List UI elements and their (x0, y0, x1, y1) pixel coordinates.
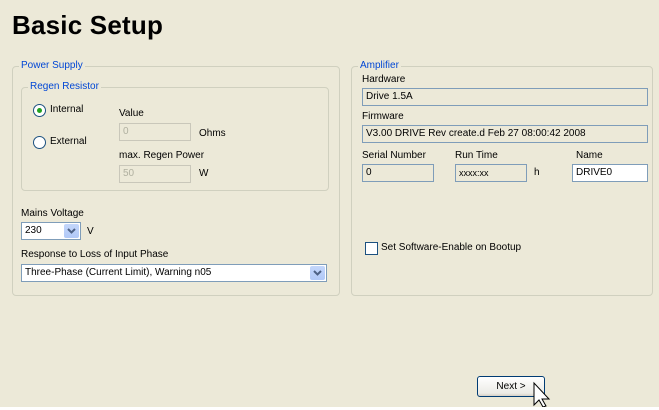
max-regen-power-label: max. Regen Power (119, 150, 205, 161)
hardware-label: Hardware (362, 74, 406, 85)
power-supply-group: Power Supply Regen Resistor Internal Ext… (12, 60, 340, 296)
loss-input-phase-label: Response to Loss of Input Phase (21, 249, 169, 260)
volt-unit: V (87, 226, 94, 237)
amplifier-legend: Amplifier (358, 60, 401, 72)
radio-external-label[interactable]: External (50, 136, 87, 147)
software-enable-label[interactable]: Set Software-Enable on Bootup (381, 242, 521, 253)
serial-number-label: Serial Number (362, 150, 426, 161)
firmware-field: V3.00 DRIVE Rev create.d Feb 27 08:00:42… (362, 125, 648, 143)
setup-panel: Basic Setup Power Supply Regen Resistor … (0, 0, 659, 410)
software-enable-checkbox[interactable] (365, 242, 378, 255)
radio-internal-label[interactable]: Internal (50, 104, 83, 115)
page-title: Basic Setup (12, 10, 164, 40)
loss-input-phase-select[interactable]: Three-Phase (Current Limit), Warning n05 (21, 264, 327, 282)
mains-voltage-value: 230 (25, 225, 42, 236)
name-input[interactable]: DRIVE0 (572, 164, 648, 182)
amplifier-group: Amplifier Hardware Drive 1.5A Firmware V… (351, 60, 653, 296)
run-time-label: Run Time (455, 150, 498, 161)
name-label: Name (576, 150, 603, 161)
watt-unit: W (199, 168, 209, 179)
radio-internal[interactable] (33, 104, 46, 117)
max-regen-power-input[interactable]: 50 (119, 165, 191, 183)
power-supply-legend: Power Supply (19, 60, 85, 72)
hours-unit: h (534, 167, 540, 178)
loss-input-phase-value: Three-Phase (Current Limit), Warning n05 (25, 267, 212, 278)
chevron-down-icon[interactable] (310, 266, 325, 280)
regen-resistor-group: Regen Resistor Internal External Value 0… (21, 81, 329, 191)
firmware-label: Firmware (362, 111, 404, 122)
radio-external[interactable] (33, 136, 46, 149)
mains-voltage-select[interactable]: 230 (21, 222, 81, 240)
hand-pointer-icon (532, 381, 560, 410)
hardware-field: Drive 1.5A (362, 88, 648, 106)
serial-number-field: 0 (362, 164, 434, 182)
value-label: Value (119, 108, 144, 119)
radio-selected-dot (37, 108, 42, 113)
regen-resistor-legend: Regen Resistor (28, 81, 101, 93)
value-input[interactable]: 0 (119, 123, 191, 141)
mains-voltage-label: Mains Voltage (21, 208, 84, 219)
chevron-down-icon[interactable] (64, 224, 79, 238)
ohms-unit: Ohms (199, 128, 226, 139)
run-time-field: xxxx:xx (455, 164, 527, 182)
